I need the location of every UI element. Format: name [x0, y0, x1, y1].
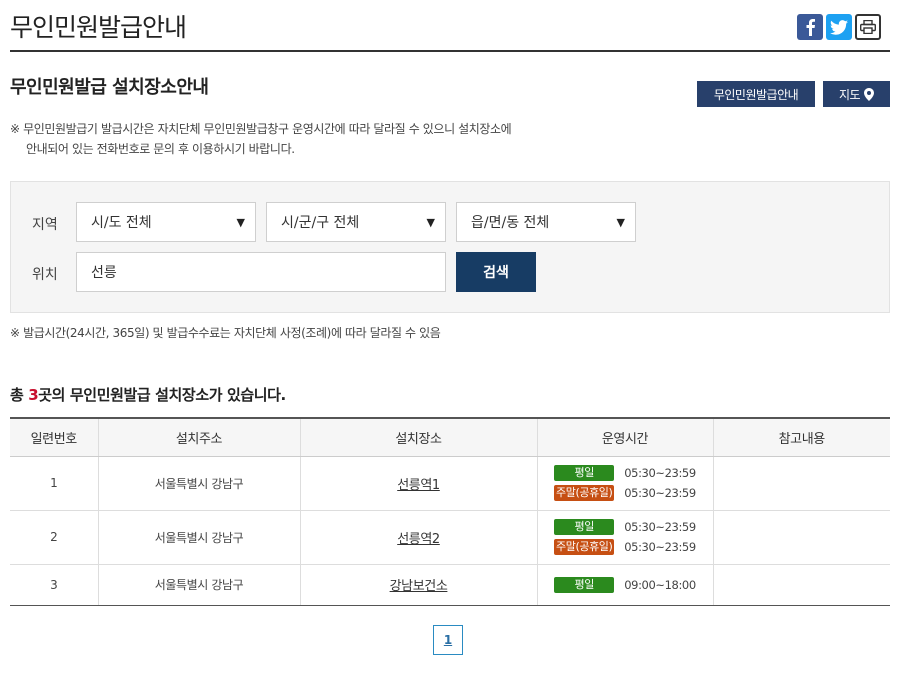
row-hours: 평일 05:30~23:59 주말(공휴일) 05:30~23:59	[536, 510, 713, 565]
result-count: 총 3곳의 무인민원발급 설치장소가 있습니다.	[10, 384, 286, 405]
row-no: 3	[10, 564, 98, 606]
header-address: 설치주소	[97, 417, 300, 457]
guide-button-label: 무인민원발급안내	[713, 87, 799, 102]
result-count-number: 3	[28, 386, 39, 404]
weekday-badge: 평일	[554, 519, 615, 535]
weekend-badge: 주말(공휴일)	[554, 485, 615, 501]
header-no: 일련번호	[10, 417, 98, 457]
page-title: 무인민원발급안내	[10, 13, 187, 42]
search-panel: 지역 시/도 전체 ▼ 시/군/구 전체 ▼ 읍/면/동 전체 ▼ 위치 선릉 …	[10, 181, 890, 313]
map-button-label: 지도	[838, 87, 861, 102]
location-table: 일련번호 설치주소 설치장소 운영시간 참고내용 1 서울특별시 강남구 선릉역…	[10, 417, 890, 606]
eupmyeondong-select[interactable]: 읍/면/동 전체 ▼	[456, 202, 636, 242]
row-hours: 평일 09:00~18:00	[536, 564, 713, 606]
notice-line-1: ※ 무인민원발급기 발급시간은 자치단체 무인민원발급창구 운영시간에 따라 달…	[10, 122, 512, 136]
row-note	[712, 564, 890, 606]
weekday-hours: 09:00~18:00	[624, 577, 696, 592]
weekday-hours: 05:30~23:59	[624, 466, 696, 480]
region-label: 지역	[32, 217, 58, 233]
row-no: 1	[10, 456, 98, 511]
header-hours: 운영시간	[536, 417, 713, 457]
guide-button[interactable]: 무인민원발급안내	[697, 81, 815, 107]
sigungu-select-value: 시/군/구 전체	[281, 215, 360, 231]
search-button-label: 검색	[483, 265, 509, 281]
map-button[interactable]: 지도	[823, 81, 890, 107]
chevron-down-icon: ▼	[236, 215, 245, 229]
row-address: 서울특별시 강남구	[97, 564, 300, 606]
sido-select-value: 시/도 전체	[91, 215, 152, 231]
sido-select[interactable]: 시/도 전체 ▼	[76, 202, 256, 242]
row-note	[712, 510, 890, 565]
weekend-badge: 주말(공휴일)	[554, 539, 615, 555]
search-button[interactable]: 검색	[456, 252, 536, 292]
table-row: 2 서울특별시 강남구 선릉역2 평일 05:30~23:59 주말(공휴일) 05…	[10, 510, 890, 565]
result-prefix: 총	[10, 386, 29, 404]
weekday-badge: 평일	[554, 465, 615, 481]
table-row: 1 서울특별시 강남구 선릉역1 평일 05:30~23:59 주말(공휴일) 05…	[10, 456, 890, 511]
pagination-page-1[interactable]: 1	[433, 625, 463, 655]
row-place-cell: 선릉역2	[299, 510, 537, 565]
table-header-row: 일련번호 설치주소 설치장소 운영시간 참고내용	[10, 417, 890, 457]
print-icon[interactable]	[855, 14, 881, 40]
row-address: 서울특별시 강남구	[97, 456, 300, 511]
chevron-down-icon: ▼	[616, 215, 625, 229]
weekend-hours: 05:30~23:59	[624, 540, 696, 554]
row-hours: 평일 05:30~23:59 주말(공휴일) 05:30~23:59	[536, 456, 713, 511]
weekday-hours: 05:30~23:59	[624, 520, 696, 534]
location-input-value: 선릉	[91, 265, 117, 281]
header-note: 참고내용	[712, 417, 890, 457]
result-suffix: 곳의 무인민원발급 설치장소가 있습니다.	[38, 386, 286, 404]
share-toolbar	[797, 14, 881, 40]
row-place-cell: 선릉역1	[299, 456, 537, 511]
location-input[interactable]: 선릉	[76, 252, 446, 292]
table-row: 3 서울특별시 강남구 강남보건소 평일 09:00~18:00	[10, 564, 890, 606]
weekday-badge: 평일	[554, 576, 615, 593]
location-label: 위치	[32, 267, 58, 283]
twitter-icon[interactable]	[826, 14, 852, 40]
row-no: 2	[10, 510, 98, 565]
notice-fees: ※ 발급시간(24시간, 365일) 및 발급수수료는 자치단체 사정(조례)에…	[10, 326, 441, 340]
title-divider	[10, 50, 890, 52]
header-place: 설치장소	[299, 417, 537, 457]
eupmyeondong-select-value: 읍/면/동 전체	[471, 215, 550, 231]
place-link[interactable]: 선릉역2	[397, 532, 440, 547]
chevron-down-icon: ▼	[426, 215, 435, 229]
section-title: 무인민원발급 설치장소안내	[10, 77, 209, 98]
notice-operating-hours: ※ 무인민원발급기 발급시간은 자치단체 무인민원발급창구 운영시간에 따라 달…	[10, 119, 650, 159]
row-address: 서울특별시 강남구	[97, 510, 300, 565]
map-pin-icon	[864, 87, 875, 101]
weekend-hours: 05:30~23:59	[624, 486, 696, 500]
row-note	[712, 456, 890, 511]
sigungu-select[interactable]: 시/군/구 전체 ▼	[266, 202, 446, 242]
facebook-icon[interactable]	[797, 14, 823, 40]
notice-line-2: 안내되어 있는 전화번호로 문의 후 이용하시기 바랍니다.	[26, 142, 295, 156]
row-place-cell: 강남보건소	[299, 564, 537, 606]
place-link[interactable]: 강남보건소	[390, 579, 448, 594]
place-link[interactable]: 선릉역1	[397, 478, 440, 493]
